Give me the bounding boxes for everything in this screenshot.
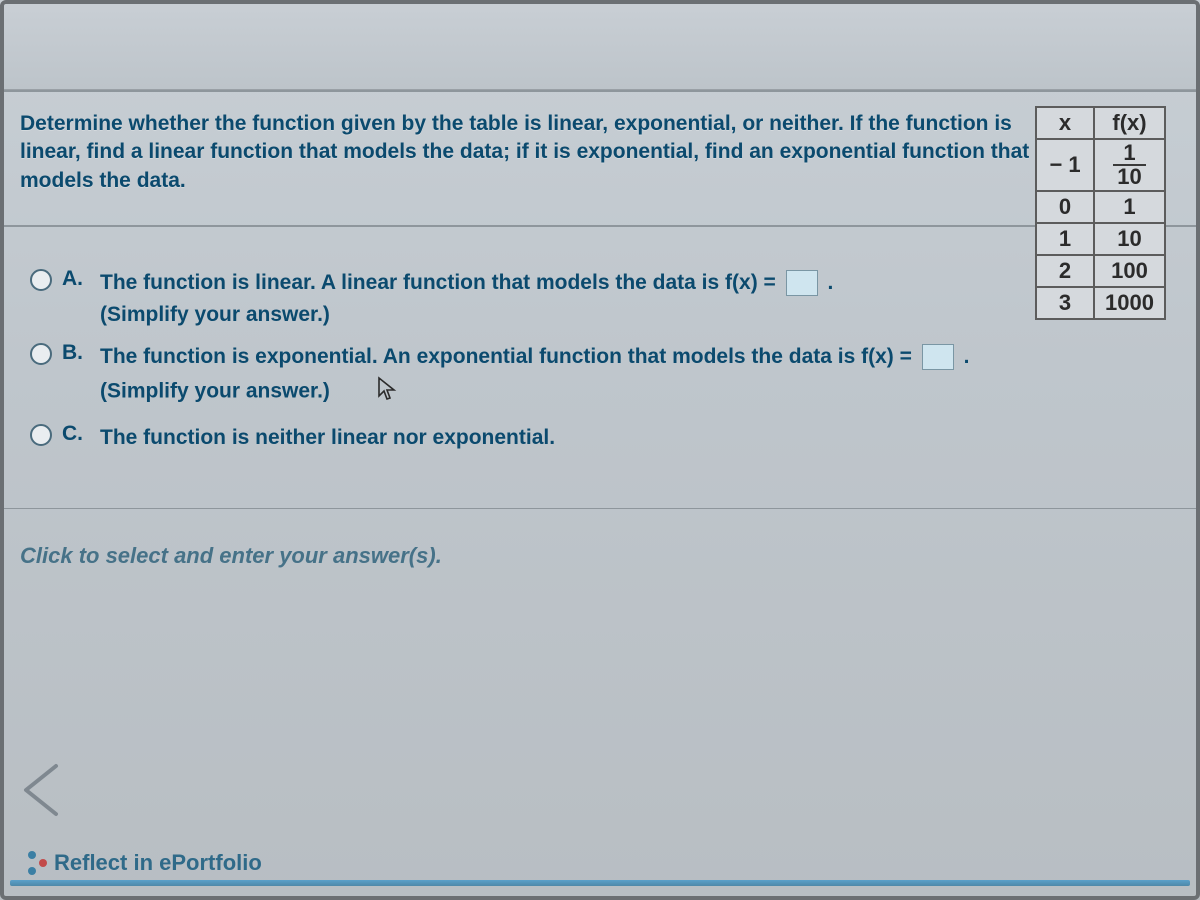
question-prompt: Determine whether the function given by … <box>20 110 1060 195</box>
footer: Reflect in ePortfolio <box>0 840 1200 890</box>
fraction: 1 10 <box>1113 142 1145 188</box>
choice-c-text: The function is neither linear nor expon… <box>100 426 555 449</box>
eportfolio-icon <box>28 851 44 875</box>
choice-b-period: . <box>964 345 970 368</box>
content-area: Determine whether the function given by … <box>0 90 1200 629</box>
choice-c[interactable]: C. The function is neither linear nor ex… <box>30 422 1180 454</box>
answer-input-b[interactable] <box>922 344 954 370</box>
table-header-row: x f(x) <box>1036 107 1165 139</box>
table-cell-x: 2 <box>1036 255 1094 287</box>
table-cell-x: 0 <box>1036 191 1094 223</box>
answer-input-a[interactable] <box>786 270 818 296</box>
choice-a-period: . <box>827 271 833 294</box>
answers-block: A. The function is linear. A linear func… <box>0 227 1200 509</box>
table-header-x: x <box>1036 107 1094 139</box>
cursor-icon <box>376 376 398 408</box>
choice-letter-c: C. <box>62 422 90 446</box>
choice-b[interactable]: B. The function is exponential. An expon… <box>30 341 1180 409</box>
choice-a-text: The function is linear. A linear functio… <box>100 271 776 294</box>
table-cell-x: 1 <box>1036 223 1094 255</box>
choice-letter-a: A. <box>62 267 90 291</box>
choice-body-c: The function is neither linear nor expon… <box>100 422 1180 454</box>
table-row: 2 100 <box>1036 255 1165 287</box>
table-row: 0 1 <box>1036 191 1165 223</box>
table-row: − 1 1 10 <box>1036 139 1165 191</box>
footer-underline <box>10 880 1190 886</box>
previous-arrow-icon[interactable] <box>18 760 62 820</box>
choice-b-text: The function is exponential. An exponent… <box>100 345 912 368</box>
instruction-text: Click to select and enter your answer(s)… <box>20 543 1180 569</box>
choice-a[interactable]: A. The function is linear. A linear func… <box>30 267 1180 327</box>
table-row: 3 1000 <box>1036 287 1165 319</box>
radio-a[interactable] <box>30 269 52 291</box>
radio-b[interactable] <box>30 343 52 365</box>
choice-body-b: The function is exponential. An exponent… <box>100 341 1180 409</box>
table-cell-x: 3 <box>1036 287 1094 319</box>
choice-b-simplify: (Simplify your answer.) <box>100 376 1180 408</box>
instruction-block: Click to select and enter your answer(s)… <box>0 509 1200 629</box>
table-cell-fx: 1 <box>1094 191 1165 223</box>
question-block: Determine whether the function given by … <box>0 90 1200 227</box>
choice-a-simplify: (Simplify your answer.) <box>100 303 1180 327</box>
top-toolbar-area <box>0 0 1200 90</box>
table-row: 1 10 <box>1036 223 1165 255</box>
footer-link-label: Reflect in ePortfolio <box>54 850 262 876</box>
table-cell-fx: 100 <box>1094 255 1165 287</box>
table-cell-fx: 10 <box>1094 223 1165 255</box>
choice-body-a: The function is linear. A linear functio… <box>100 267 1180 327</box>
table-cell-x: − 1 <box>1036 139 1094 191</box>
reflect-eportfolio-link[interactable]: Reflect in ePortfolio <box>28 850 262 876</box>
table-cell-fx: 1 10 <box>1094 139 1165 191</box>
radio-c[interactable] <box>30 424 52 446</box>
function-data-table: x f(x) − 1 1 10 0 1 1 10 <box>1035 106 1166 320</box>
choice-letter-b: B. <box>62 341 90 365</box>
table-cell-fx: 1000 <box>1094 287 1165 319</box>
table-header-fx: f(x) <box>1094 107 1165 139</box>
